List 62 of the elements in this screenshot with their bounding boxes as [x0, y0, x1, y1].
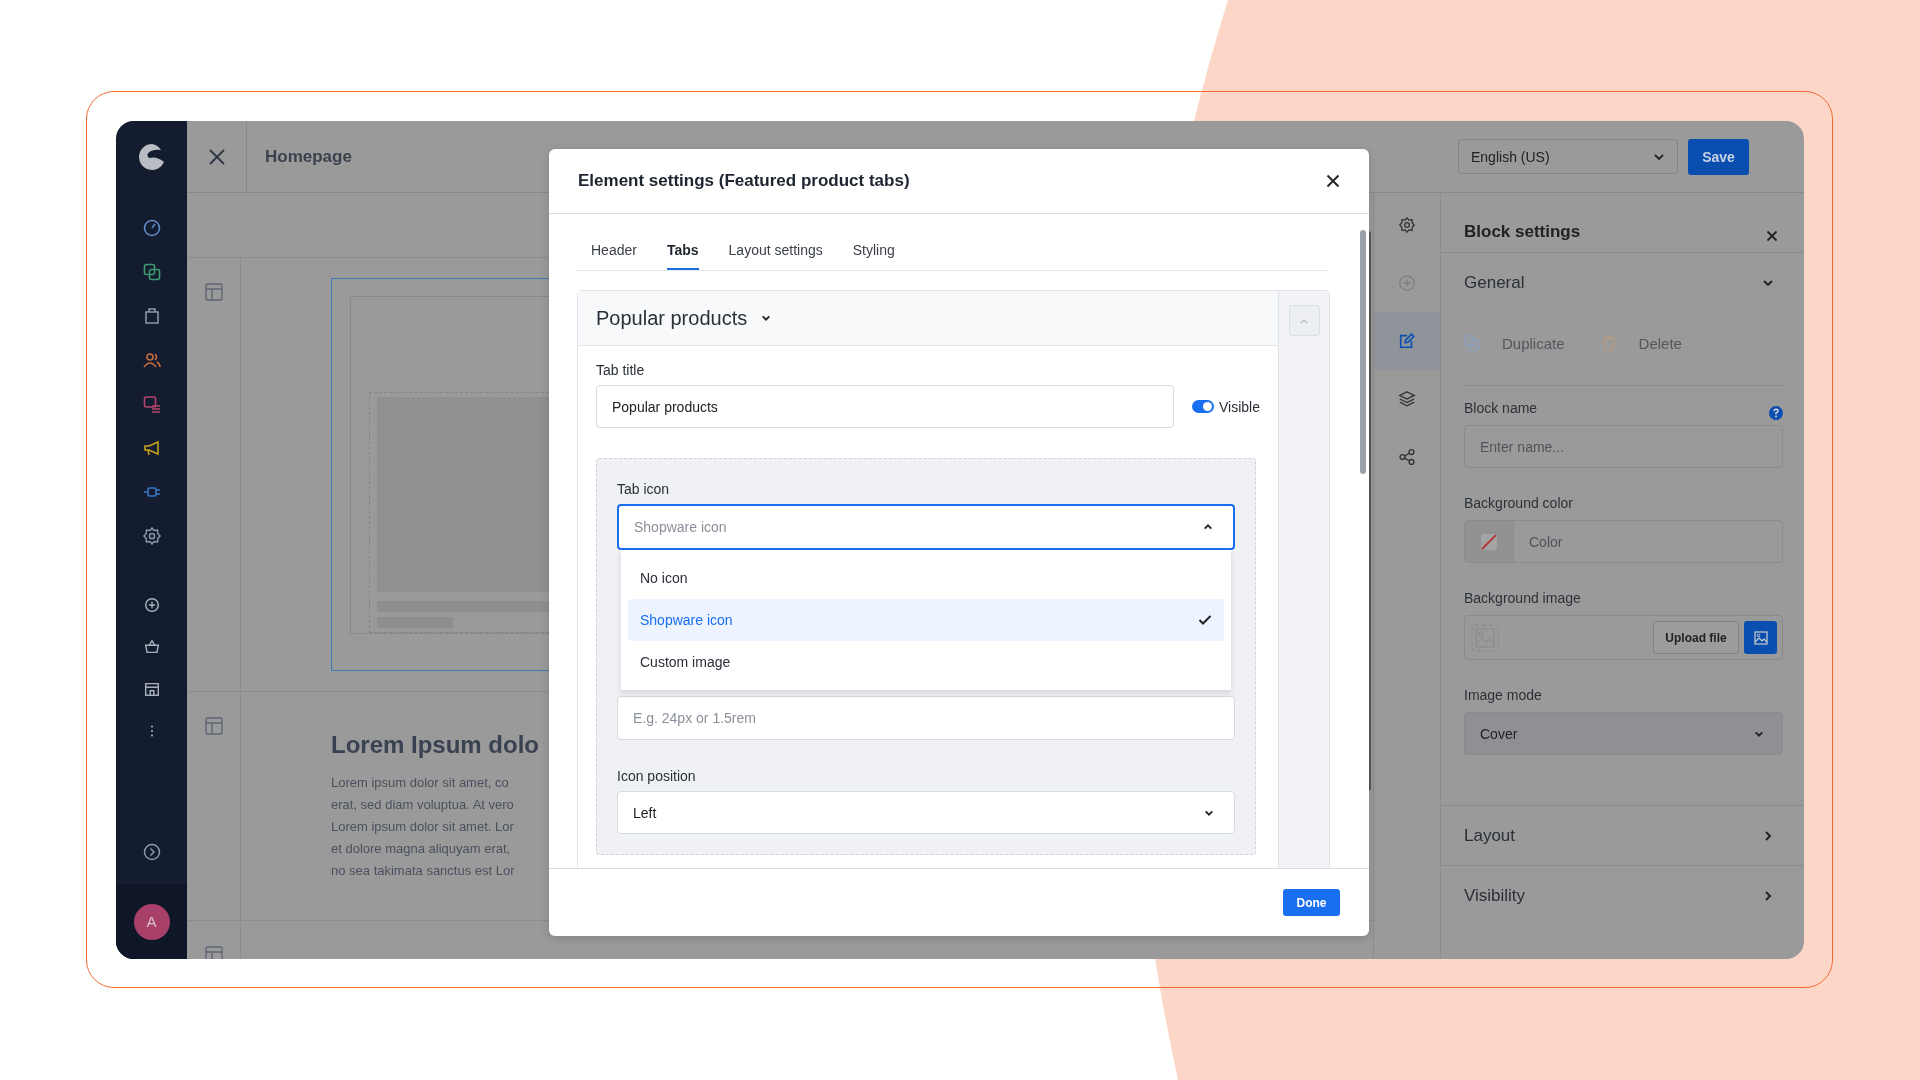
tab[interactable]: Tabs: [666, 242, 699, 270]
field-label: Tab icon: [617, 481, 671, 497]
gauge-icon[interactable]: [141, 218, 162, 238]
block-name-field[interactable]: Enter name...: [1464, 425, 1783, 468]
close-icon[interactable]: [1326, 174, 1340, 188]
field-label: Background image: [1464, 590, 1582, 606]
chevron-right-icon: [1762, 889, 1774, 902]
page-title: Homepage: [265, 146, 352, 167]
tab-title-field[interactable]: Popular products: [596, 385, 1174, 428]
card-title[interactable]: Popular products: [596, 306, 748, 330]
media-button[interactable]: [1744, 621, 1777, 654]
dropdown-option[interactable]: Shopware icon: [628, 599, 1224, 641]
logo-icon: [136, 142, 167, 172]
dropdown-option[interactable]: Custom image: [628, 641, 1224, 683]
text-paragraph: Lorem ipsum dolor sit amet, co erat, sed diam voluptua. At vero Lorem ipsum dolor sit amet. Lor et dolore magna aliquyam erat, no sea takimata sanctus est Lor: [331, 774, 515, 880]
tab[interactable]: Header: [591, 242, 637, 270]
duplicate-icon: [1464, 335, 1480, 351]
help-icon[interactable]: [1769, 405, 1783, 420]
field-label: Block name: [1464, 400, 1538, 416]
accordion-header[interactable]: General: [1441, 253, 1804, 312]
done-button[interactable]: Done: [1283, 889, 1340, 916]
chevron-up-icon: [1203, 522, 1213, 532]
save-button[interactable]: Save: [1688, 138, 1749, 175]
icon-size-field[interactable]: E.g. 24px or 1.5rem: [617, 696, 1235, 740]
accordion-header[interactable]: Visibility: [1441, 865, 1804, 925]
field-label: Background color: [1464, 495, 1574, 511]
field-label: Icon position: [617, 768, 697, 784]
content-icon[interactable]: [141, 394, 162, 414]
store-icon[interactable]: [142, 680, 161, 698]
image-mode-select[interactable]: Cover: [1464, 712, 1783, 755]
check-icon: [1198, 614, 1212, 626]
upload-button[interactable]: Upload file: [1653, 621, 1739, 654]
basket-icon[interactable]: [142, 638, 161, 656]
chevron-right-icon: [1762, 829, 1774, 842]
add-icon[interactable]: [142, 596, 161, 614]
avatar[interactable]: A: [133, 903, 170, 940]
modal-title: Element settings (Featured product tabs): [578, 171, 910, 191]
visible-toggle[interactable]: [1192, 400, 1214, 413]
tab[interactable]: Styling: [852, 242, 895, 270]
no-color-icon: [1480, 532, 1498, 551]
toggle-label: Visible: [1219, 398, 1260, 415]
image-icon: [1753, 630, 1768, 645]
text-heading: Lorem Ipsum dolo: [331, 730, 540, 760]
tab[interactable]: Layout settings: [728, 242, 823, 270]
icon-position-select[interactable]: Left: [617, 791, 1235, 834]
language-select[interactable]: English (US): [1458, 139, 1678, 174]
field-label: Image mode: [1464, 687, 1543, 703]
trash-icon: [1600, 335, 1617, 351]
close-icon: [207, 147, 226, 166]
users-icon[interactable]: [141, 350, 162, 370]
expand-icon[interactable]: [141, 842, 162, 862]
accordion-header[interactable]: Layout: [1441, 805, 1804, 865]
copy-icon[interactable]: [141, 262, 162, 282]
field-label: Tab title: [596, 362, 646, 378]
settings-icon[interactable]: [141, 526, 162, 546]
chevron-down-icon[interactable]: [761, 313, 772, 323]
chevron-up-icon: [1300, 317, 1308, 324]
dropdown-option[interactable]: No icon: [628, 557, 1224, 599]
close-icon[interactable]: [1766, 230, 1778, 242]
megaphone-icon[interactable]: [141, 438, 162, 458]
scrollbar[interactable]: [1360, 230, 1366, 474]
panel-title: Block settings: [1464, 222, 1581, 242]
